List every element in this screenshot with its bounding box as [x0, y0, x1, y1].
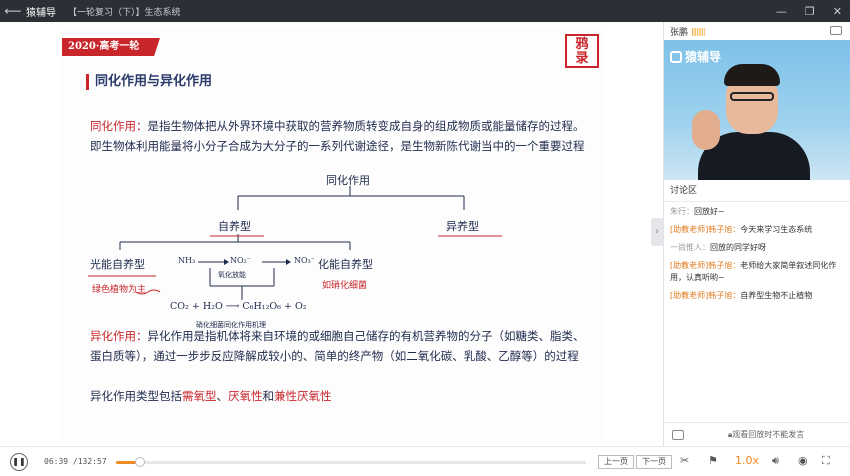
teacher-video: 猿辅导 [664, 40, 850, 180]
catabolism-term: 异化作用： [90, 329, 148, 343]
teacher-hair [724, 64, 780, 86]
photoautotroph-note: 绿色植物为主 [92, 285, 147, 295]
chat-message: 朱行：回放好~ [670, 206, 844, 218]
chat-list: 朱行：回放好~ [助教老师]韩子旭：今天来学习生态系统 一尚惟人：回放的同学好呀… [664, 202, 850, 312]
no3-label: NO₃⁻ [294, 256, 315, 265]
chat-footer: 🔒︎ 观看回放时不能发言 [664, 422, 850, 446]
oxidize-label: 氧化放能 [218, 271, 246, 279]
type-facultative: 兼性厌氧性 [274, 389, 332, 403]
course-badge: 2020·高考一轮 [62, 38, 160, 56]
minimize-icon[interactable]: — [776, 5, 787, 18]
next-page-button[interactable]: 下一页 [636, 455, 672, 469]
discussion-title: 讨论区 [664, 180, 850, 202]
collapse-panel-button[interactable]: › [651, 218, 663, 246]
types-sep-2: 和 [262, 389, 275, 403]
volume-meter: |||||||| [691, 26, 706, 36]
no2-label: NO₂⁻ [230, 256, 251, 265]
chemoautotroph-note: 如硝化细菌 [322, 281, 368, 291]
stamp-line-2: 录 [575, 51, 589, 66]
heterotroph-label: 异养型 [446, 220, 479, 233]
chat-text: 自养型生物不止植物 [740, 291, 813, 300]
volume-slider-icon[interactable]: ◉ [798, 454, 808, 467]
player-controls: ❚❚ 06:39 /132:57 上一页 下一页 ✂ ⚑ 1.0x 🔊︎ ◉ ⛶ [0, 446, 850, 476]
chemoautotroph-label: 化能自养型 [318, 258, 373, 271]
teacher-bar: 张鹏 |||||||| [664, 22, 850, 40]
catabolism-paragraph: 异化作用：异化作用是指机体将来自环境的或细胞自己储存的有机营养物的分子（如糖类、… [90, 326, 595, 366]
video-logo: 猿辅导 [670, 48, 721, 65]
progress-bar[interactable] [116, 457, 586, 467]
chat-text: 今天来学习生态系统 [740, 225, 813, 234]
teacher-hand [692, 110, 720, 150]
chat-text: 回放好~ [694, 207, 725, 216]
time-display: 06:39 /132:57 [44, 457, 107, 466]
catabolism-types: 异化作用类型包括需氧型、厌氧性和兼性厌氧性 [90, 386, 595, 406]
diagram-lines [88, 186, 502, 300]
chat-message: [助教老师]韩子旭：自养型生物不止植物 [670, 290, 844, 302]
restore-icon[interactable]: ❐ [805, 5, 815, 18]
total-time: 132:57 [77, 457, 107, 466]
chat-message: [助教老师]韩子旭：今天来学习生态系统 [670, 224, 844, 236]
classification-diagram: 同化作用 自养型 异养型 光能自养型 绿色植物为主 化能自养型 如硝化细菌 NH… [60, 168, 605, 329]
teacher-name: 张鹏 [670, 27, 689, 38]
title-bar: ⟵ 猿辅导 【一轮复习（下）】生态系统 — ❐ ✕ [0, 0, 850, 22]
type-aerobic: 需氧型 [182, 389, 217, 403]
video-logo-text: 猿辅导 [685, 50, 722, 64]
anabolism-term: 同化作用： [90, 119, 148, 133]
chat-text: 回放的同学好呀 [710, 243, 766, 252]
slide-area: 2020·高考一轮 鸦 录 同化作用与异化作用 同化作用：是指生物体把从外界环境… [0, 22, 663, 446]
type-anaerobic: 厌氧性 [228, 389, 263, 403]
current-time: 06:39 [44, 457, 69, 466]
types-prefix: 异化作用类型包括 [90, 389, 182, 403]
camera-off-icon[interactable] [830, 26, 842, 35]
volume-icon[interactable]: 🔊︎ [772, 454, 779, 468]
slide: 2020·高考一轮 鸦 录 同化作用与异化作用 同化作用：是指生物体把从外界环境… [60, 28, 605, 440]
progress-knob[interactable] [134, 457, 145, 467]
prev-page-button[interactable]: 上一页 [598, 455, 634, 469]
pause-button[interactable]: ❚❚ [10, 452, 28, 471]
chat-user: [助教老师]韩子旭： [670, 261, 741, 270]
chat-bubble-icon[interactable] [672, 429, 684, 440]
scissors-icon[interactable]: ✂ [680, 454, 689, 467]
logo-mark-icon [670, 50, 682, 63]
catabolism-text: 异化作用是指机体将来自环境的或细胞自己储存的有机营养物的分子（如糖类、脂类、蛋白… [90, 329, 585, 363]
speed-button[interactable]: 1.0x [735, 454, 759, 467]
chat-user: 朱行： [670, 207, 694, 216]
window-controls: — ❐ ✕ [776, 0, 842, 22]
close-icon[interactable]: ✕ [833, 5, 842, 18]
root-assimilation: 同化作用 [326, 174, 370, 187]
types-sep-1: 、 [216, 389, 229, 403]
autotroph-label: 自养型 [218, 220, 251, 233]
chat-user: [助教老师]韩子旭： [670, 225, 741, 234]
chat-user: [助教老师]韩子旭： [670, 291, 741, 300]
slide-heading: 同化作用与异化作用 [86, 74, 212, 90]
flag-icon[interactable]: ⚑ [708, 454, 718, 467]
chat-message: 一尚惟人：回放的同学好呀 [670, 242, 844, 254]
stamp-line-1: 鸦 [575, 37, 589, 52]
anabolism-text: 是指生物体把从外界环境中获取的营养物质转变成自身的组成物质或能量储存的过程。即生… [90, 119, 585, 153]
chat-user: 一尚惟人： [670, 243, 710, 252]
fullscreen-icon[interactable]: ⛶ [822, 454, 830, 468]
stamp-logo: 鸦 录 [565, 34, 599, 68]
photoautotroph-label: 光能自养型 [90, 258, 145, 271]
reaction-equation: CO₂ + H₂O ⟶ C₆H₁₂O₆ + O₂ [170, 301, 307, 312]
anabolism-paragraph: 同化作用：是指生物体把从外界环境中获取的营养物质转变成自身的组成物质或能量储存的… [90, 116, 590, 156]
chat-disabled-text: 观看回放时不能发言 [732, 430, 805, 439]
course-title: 【一轮复习（下）】生态系统 [68, 7, 181, 18]
back-arrow-icon[interactable]: ⟵ [0, 4, 26, 18]
right-panel: 张鹏 |||||||| 猿辅导 讨论区 朱行：回放好~ [助教老师]韩子旭：今天… [663, 22, 850, 446]
nh3-label: NH₃ [178, 256, 196, 265]
app-name: 猿辅导 [26, 7, 56, 19]
chat-message: [助教老师]韩子旭：老师给大家简单叙述同化作用，认真听哟~ [670, 260, 844, 284]
teacher-glasses [730, 92, 774, 101]
